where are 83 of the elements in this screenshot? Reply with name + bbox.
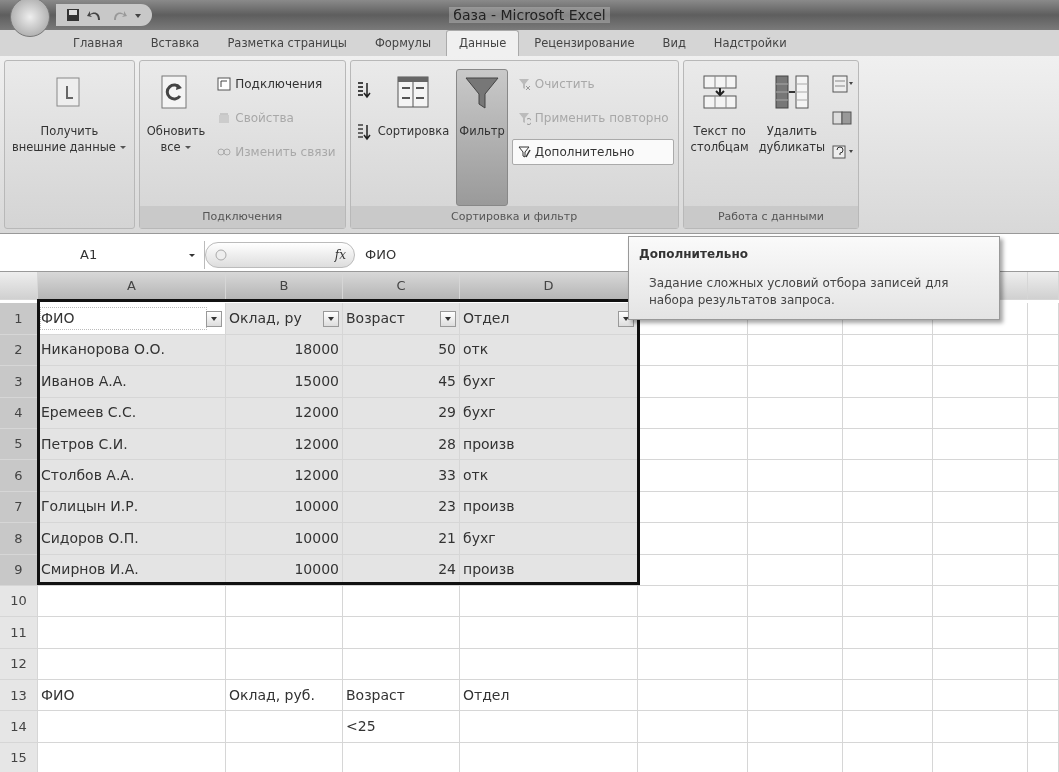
cell-text: 12000 — [294, 434, 339, 454]
cell-text: 45 — [438, 371, 456, 391]
cell-text: 24 — [438, 560, 456, 580]
tooltip-title: Дополнительно — [639, 246, 749, 263]
cell-text: 28 — [438, 434, 456, 454]
cell-text: Столбов А.А. — [41, 466, 136, 486]
group-label: Сортировка и фильтр — [350, 206, 678, 228]
row-header[interactable]: 13 — [0, 680, 38, 712]
cell-text: Смирнов И.А. — [41, 560, 140, 580]
cell-text: 23 — [438, 497, 456, 517]
row-header[interactable]: 4 — [0, 397, 38, 429]
cell-text: 15000 — [294, 371, 339, 391]
group-label: Работа с данными — [683, 206, 859, 228]
cell-text: Оклад, руб. — [229, 685, 316, 705]
cell-text: отк — [463, 340, 490, 360]
window-title: база - Microsoft Excel — [449, 6, 610, 23]
ribbon-button[interactable]: Дополнительно — [511, 139, 674, 165]
ribbon-button[interactable]: Удалить дубликаты — [755, 69, 829, 206]
row-header[interactable]: 11 — [0, 617, 38, 649]
cell-text: произв — [463, 497, 516, 517]
cell-text: 10000 — [294, 528, 339, 548]
cell-text: 10000 — [294, 497, 339, 517]
column-header[interactable]: A — [38, 272, 226, 300]
row-header[interactable]: 2 — [0, 334, 38, 367]
row-header[interactable]: 6 — [0, 460, 38, 492]
cell-text: Отдел — [463, 309, 511, 329]
cell-text: Никанорова О.О. — [41, 340, 167, 360]
ribbon-tab[interactable]: Рецензирование — [521, 29, 648, 56]
ribbon-button[interactable]: Текст по столбцам — [687, 69, 752, 206]
ribbon-button[interactable]: Получить внешние данные — [9, 69, 130, 206]
group-label: Подключения — [139, 206, 345, 228]
cell-text: произв — [463, 434, 516, 454]
cell-text: ФИО — [41, 685, 76, 705]
ribbon-tab[interactable]: Вид — [649, 29, 699, 56]
cell-text: 18000 — [294, 340, 339, 360]
cell-text: отк — [463, 466, 490, 486]
row-header[interactable]: 3 — [0, 366, 38, 398]
cell-text: 12000 — [294, 403, 339, 423]
row-header[interactable]: 15 — [0, 742, 38, 772]
cell-text: Возраст — [346, 685, 406, 705]
ribbon-button[interactable]: Обновить все — [143, 69, 209, 206]
row-header[interactable]: 8 — [0, 523, 38, 555]
column-header[interactable]: C — [343, 272, 460, 300]
cell-text: бухг — [463, 403, 497, 423]
cell-text: 21 — [438, 528, 456, 548]
row-header[interactable]: 14 — [0, 711, 38, 743]
cell-text: бухг — [463, 371, 497, 391]
ribbon-tab[interactable]: Формулы — [361, 29, 445, 56]
cell-text: произв — [463, 560, 516, 580]
ribbon-button[interactable]: Подключения — [212, 71, 341, 97]
cell-text: Сидоров О.П. — [41, 528, 140, 548]
cell-text: Отдел — [463, 685, 511, 705]
cell-text: 12000 — [294, 466, 339, 486]
row-header[interactable]: 7 — [0, 491, 38, 524]
row-header[interactable]: 5 — [0, 428, 38, 461]
ribbon-tab[interactable]: Главная — [60, 29, 136, 56]
cell-text: 33 — [438, 466, 456, 486]
cell-text: <25 — [346, 717, 377, 737]
row-header[interactable]: 1 — [0, 303, 38, 335]
cell-text: Иванов А.А. — [41, 371, 128, 391]
cell-text: Возраст — [346, 309, 406, 329]
ribbon-button[interactable]: Фильтр — [456, 69, 508, 206]
name-box[interactable]: A1 — [80, 244, 98, 265]
ribbon-tab[interactable]: Разметка страницы — [214, 29, 360, 56]
ribbon-tab[interactable]: Надстройки — [700, 29, 800, 56]
cell-text: Оклад, ру — [229, 309, 303, 329]
cell-text: Голицын И.Р. — [41, 497, 140, 517]
ribbon-tab[interactable]: Вставка — [137, 29, 213, 56]
insert-function-button[interactable]: fx — [334, 245, 346, 264]
cell-text: Петров С.И. — [41, 434, 129, 454]
row-header[interactable]: 10 — [0, 585, 38, 618]
tooltip-text: Задание сложных условий отбора записей для набора результатов запроса. — [648, 275, 950, 309]
cell-text: бухг — [463, 528, 497, 548]
ribbon-button[interactable]: Сортировка — [374, 69, 453, 206]
formula-field[interactable]: ФИО — [355, 244, 397, 265]
ribbon-tab[interactable]: Данные — [446, 29, 520, 56]
row-header[interactable]: 12 — [0, 648, 38, 681]
column-header[interactable]: B — [226, 272, 343, 300]
cell-text: 10000 — [294, 560, 339, 580]
row-header[interactable]: 9 — [0, 554, 38, 586]
cell-text: 50 — [438, 340, 456, 360]
cell-text: 29 — [438, 403, 456, 423]
cell-text: Еремеев С.С. — [41, 403, 138, 423]
